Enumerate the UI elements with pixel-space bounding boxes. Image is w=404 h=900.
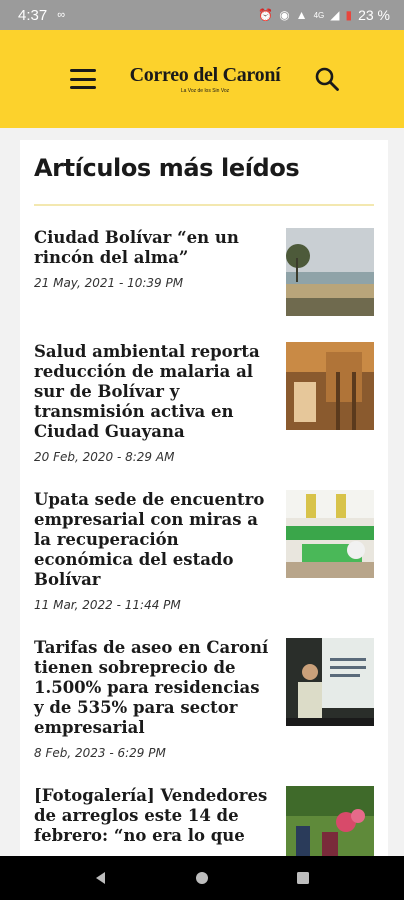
status-time: 4:37 bbox=[18, 6, 48, 24]
article-date: 21 May, 2021 - 10:39 PM bbox=[34, 276, 184, 290]
article-title[interactable]: Ciudad Bolívar “en un rincón del alma” bbox=[34, 228, 270, 268]
logo-subtitle: La Voz de los Sin Voz bbox=[180, 88, 230, 94]
eye-icon: ◉ bbox=[279, 8, 290, 22]
article-thumbnail[interactable] bbox=[286, 228, 374, 316]
article-item[interactable]: Upata sede de encuentro empresarial con … bbox=[34, 490, 374, 612]
most-read-card: Artículos más leídos Ciudad Bolívar “en … bbox=[20, 140, 388, 856]
android-nav-bar bbox=[0, 856, 404, 900]
alarm-icon: ⏰ bbox=[258, 8, 274, 22]
article-item[interactable]: [Fotogalería] Vendedores de arreglos est… bbox=[34, 786, 374, 856]
home-icon bbox=[195, 872, 208, 884]
article-title[interactable]: Tarifas de aseo en Caroní tienen sobrepr… bbox=[34, 638, 270, 738]
article-title[interactable]: Salud ambiental reporta reducción de mal… bbox=[34, 342, 270, 442]
article-thumbnail[interactable] bbox=[286, 786, 374, 856]
article-item[interactable]: Salud ambiental reporta reducción de mal… bbox=[34, 342, 374, 464]
home-button[interactable] bbox=[187, 863, 217, 893]
article-date: 11 Mar, 2022 - 11:44 PM bbox=[34, 598, 181, 612]
logo-title: Correo del Caroní bbox=[129, 64, 281, 86]
signal-icon: ◢ bbox=[330, 8, 340, 22]
back-button[interactable] bbox=[86, 863, 116, 893]
article-thumbnail[interactable] bbox=[286, 342, 374, 430]
app-header: Correo del Caroní La Voz de los Sin Voz bbox=[0, 30, 404, 128]
article-title[interactable]: [Fotogalería] Vendedores de arreglos est… bbox=[34, 786, 270, 846]
back-icon bbox=[95, 872, 105, 884]
article-date: 8 Feb, 2023 - 6:29 PM bbox=[34, 746, 166, 760]
network-label: 4G bbox=[313, 10, 325, 20]
article-title[interactable]: Upata sede de encuentro empresarial con … bbox=[34, 490, 270, 590]
article-thumbnail[interactable] bbox=[286, 490, 374, 578]
search-icon[interactable] bbox=[314, 66, 340, 92]
status-bar: 4:37 ∞ ⏰ ◉ ▲ 4G ◢ ▮ 23 % bbox=[0, 0, 404, 30]
notification-icon: ∞ bbox=[57, 9, 66, 21]
battery-percent: 23 % bbox=[358, 7, 390, 23]
battery-icon: ▮ bbox=[345, 8, 353, 22]
hamburger-menu-icon[interactable] bbox=[70, 69, 96, 89]
section-title: Artículos más leídos bbox=[34, 154, 300, 182]
article-list: Ciudad Bolívar “en un rincón del alma” 2… bbox=[34, 228, 374, 856]
article-date: 20 Feb, 2020 - 8:29 AM bbox=[34, 450, 175, 464]
recents-icon bbox=[297, 872, 310, 884]
logo[interactable]: Correo del Caroní La Voz de los Sin Voz bbox=[130, 64, 281, 94]
section-divider bbox=[34, 204, 374, 206]
recents-button[interactable] bbox=[288, 863, 318, 893]
wifi-icon: ▲ bbox=[295, 8, 308, 22]
article-item[interactable]: Ciudad Bolívar “en un rincón del alma” 2… bbox=[34, 228, 374, 316]
article-thumbnail[interactable] bbox=[286, 638, 374, 726]
article-item[interactable]: Tarifas de aseo en Caroní tienen sobrepr… bbox=[34, 638, 374, 760]
